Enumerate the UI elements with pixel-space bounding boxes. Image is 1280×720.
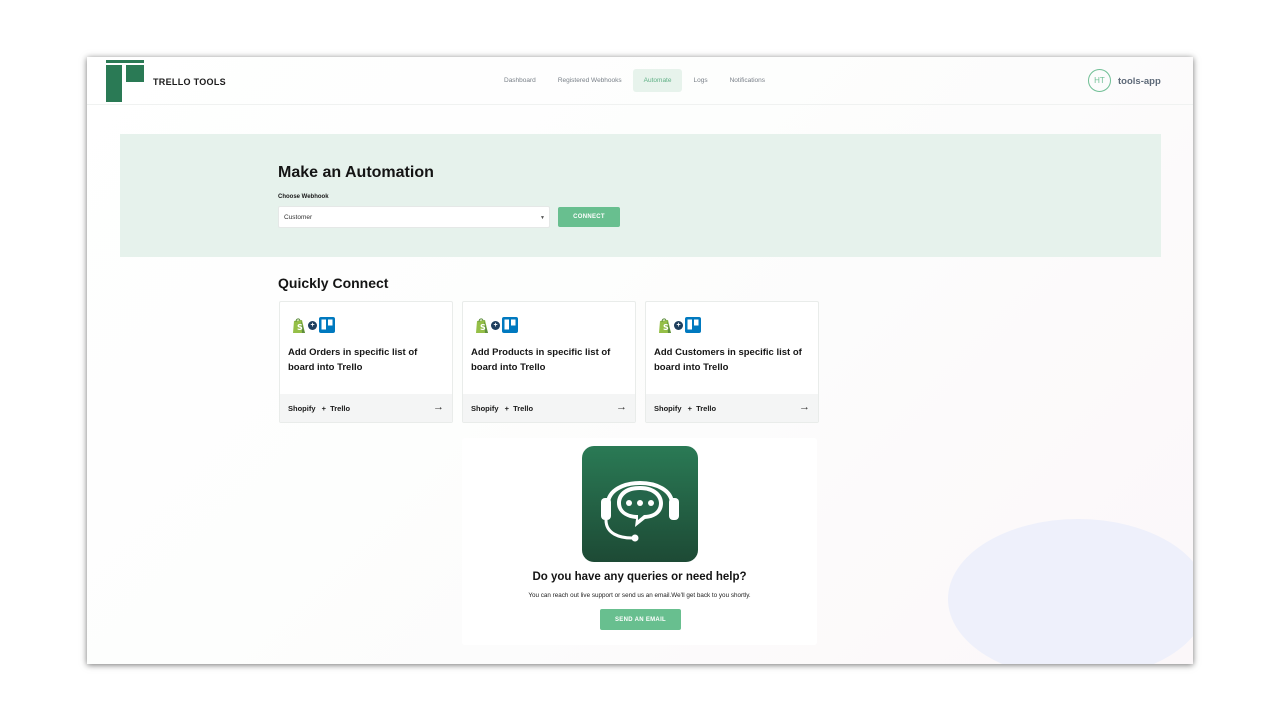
connect-button[interactable]: CONNECT: [558, 207, 620, 227]
background-decoration: [948, 519, 1193, 664]
trello-tools-logo-icon[interactable]: [106, 60, 144, 102]
card-title: Add Orders in specific list of board int…: [288, 347, 418, 373]
help-title: Do you have any queries or need help?: [532, 571, 747, 583]
quick-connect-title: Quickly Connect: [278, 275, 389, 291]
svg-text:S: S: [480, 323, 486, 332]
quick-connect-card-orders[interactable]: S + Add Orders in specific list of board…: [279, 301, 453, 423]
trello-icon: [502, 317, 518, 333]
send-email-button[interactable]: SEND AN EMAIL: [600, 609, 681, 630]
user-avatar[interactable]: HT: [1088, 69, 1111, 92]
quick-connect-card-customers[interactable]: S + Add Customers in specific list of bo…: [645, 301, 819, 423]
integration-icons: S +: [658, 316, 701, 334]
card-title: Add Customers in specific list of board …: [654, 347, 802, 373]
chevron-down-icon: ▼: [540, 215, 545, 221]
webhook-label: Choose Webhook: [278, 194, 329, 200]
page-title: Make an Automation: [278, 164, 434, 181]
source-app-label: Shopify: [654, 404, 682, 413]
card-footer: Shopify + Trello →: [646, 394, 818, 422]
automation-panel: Make an Automation Choose Webhook Custom…: [120, 134, 1161, 257]
user-name[interactable]: tools-app: [1118, 76, 1161, 87]
top-navbar: TRELLO TOOLS Dashboard Registered Webhoo…: [87, 57, 1193, 105]
main-nav: Dashboard Registered Webhooks Automate L…: [493, 69, 776, 92]
arrow-right-icon[interactable]: →: [799, 401, 810, 413]
plus-label: +: [504, 404, 509, 413]
target-app-label: Trello: [513, 404, 534, 413]
webhook-select-value: Customer: [284, 214, 313, 221]
shopify-icon: S: [476, 317, 488, 333]
source-app-label: Shopify: [471, 404, 499, 413]
plus-label: +: [687, 404, 692, 413]
arrow-right-icon[interactable]: →: [433, 401, 444, 413]
plus-icon: +: [491, 320, 500, 330]
trello-icon: [319, 317, 335, 333]
quick-connect-card-products[interactable]: S + Add Products in specific list of boa…: [462, 301, 636, 423]
nav-registered-webhooks[interactable]: Registered Webhooks: [547, 69, 633, 92]
webhook-select[interactable]: Customer ▼: [278, 206, 550, 228]
integration-icons: S +: [292, 316, 335, 334]
plus-label: +: [321, 404, 326, 413]
shopify-icon: S: [659, 317, 671, 333]
nav-notifications[interactable]: Notifications: [719, 69, 776, 92]
card-footer: Shopify + Trello →: [463, 394, 635, 422]
target-app-label: Trello: [330, 404, 351, 413]
trello-icon: [685, 317, 701, 333]
svg-text:S: S: [297, 323, 303, 332]
plus-icon: +: [308, 320, 317, 330]
card-title: Add Products in specific list of board i…: [471, 347, 611, 373]
card-footer: Shopify + Trello →: [280, 394, 452, 422]
arrow-right-icon[interactable]: →: [616, 401, 627, 413]
support-headset-icon: [582, 446, 698, 562]
help-panel: Do you have any queries or need help? Yo…: [462, 438, 817, 645]
nav-automate[interactable]: Automate: [632, 69, 683, 92]
nav-logs[interactable]: Logs: [682, 69, 718, 92]
target-app-label: Trello: [696, 404, 717, 413]
help-subtitle: You can reach out live support or send u…: [528, 592, 751, 599]
plus-icon: +: [674, 320, 683, 330]
nav-dashboard[interactable]: Dashboard: [493, 69, 547, 92]
shopify-icon: S: [293, 317, 305, 333]
source-app-label: Shopify: [288, 404, 316, 413]
app-window: TRELLO TOOLS Dashboard Registered Webhoo…: [87, 57, 1193, 664]
integration-icons: S +: [475, 316, 518, 334]
svg-text:S: S: [663, 323, 669, 332]
brand-name: TRELLO TOOLS: [153, 77, 226, 87]
